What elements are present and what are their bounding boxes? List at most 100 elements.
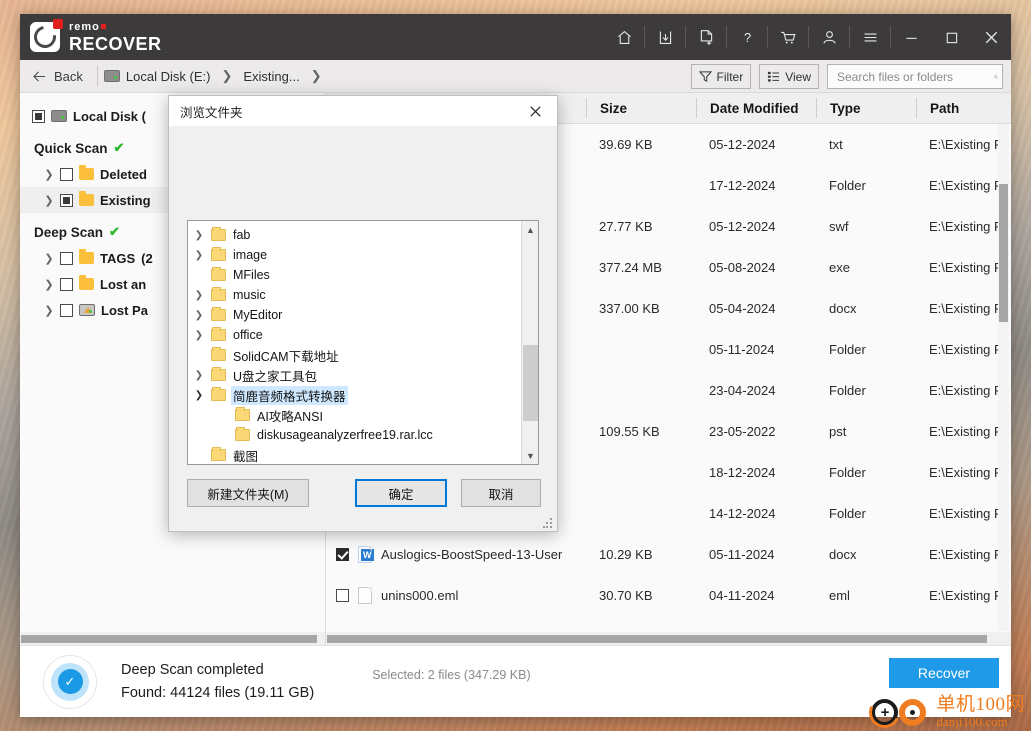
file-path: E:\Existing F: [929, 260, 1002, 275]
chevron-right-icon[interactable]: ❯: [192, 290, 206, 301]
chevron-right-icon[interactable]: ❯: [192, 250, 206, 261]
sidebar-item-label: Deleted: [100, 166, 147, 182]
tree-item[interactable]: ❯ office: [192, 325, 538, 345]
table-row[interactable]: unins000.eml 30.70 KB 04-11-2024 eml E:\…: [326, 575, 1011, 616]
chevron-right-icon[interactable]: ❯: [192, 330, 206, 341]
breadcrumb-item-disk[interactable]: Local Disk (E:): [126, 69, 211, 84]
chevron-right-icon[interactable]: ❯: [192, 310, 206, 321]
file-path: E:\Existing F: [929, 588, 1002, 603]
resize-grip-icon[interactable]: [543, 518, 554, 529]
close-icon[interactable]: [513, 96, 557, 126]
checkbox-root[interactable]: [32, 109, 45, 123]
row-checkbox[interactable]: [336, 548, 349, 561]
folder-icon: [79, 275, 94, 290]
checkbox-lost-and-found[interactable]: [60, 277, 73, 291]
scroll-down-arrow-icon[interactable]: ▼: [522, 447, 538, 464]
chevron-down-icon[interactable]: ❯︎: [192, 390, 206, 401]
search-icon: [994, 74, 998, 79]
home-icon[interactable]: [604, 14, 644, 60]
chevron-right-icon[interactable]: ❯: [44, 278, 54, 291]
tree-item-label: SolidCAM下载地址: [233, 349, 339, 364]
breadcrumb-item-existing[interactable]: Existing...: [243, 69, 299, 84]
logo-top-text: remo: [69, 20, 100, 33]
checkbox-lost-partition[interactable]: [60, 303, 73, 317]
menu-icon[interactable]: [850, 14, 890, 60]
folder-tree[interactable]: ❯ fab ❯ image MFiles ❯ music ❯ MyEditor ❯ off…: [187, 220, 539, 465]
new-file-icon[interactable]: [686, 14, 726, 60]
file-date: 23-04-2024: [709, 383, 776, 398]
column-header-path[interactable]: Path: [916, 98, 1011, 118]
chevron-right-icon[interactable]: ❯: [44, 304, 54, 317]
tree-item[interactable]: ❯ image: [192, 245, 538, 265]
folder-icon: [211, 247, 226, 261]
recover-button[interactable]: Recover: [889, 658, 999, 688]
maximize-icon[interactable]: [931, 14, 971, 60]
column-header-size[interactable]: Size: [586, 98, 696, 118]
view-label: View: [785, 69, 811, 84]
tree-item[interactable]: MFiles: [192, 265, 538, 285]
tree-item[interactable]: diskusageanalyzerfree19.rar.lcc: [192, 425, 538, 445]
file-date: 23-05-2022: [709, 424, 776, 439]
row-checkbox[interactable]: [336, 589, 349, 602]
ok-button[interactable]: 确定: [355, 479, 447, 507]
column-header-type[interactable]: Type: [816, 98, 916, 118]
tree-item[interactable]: ❯ music: [192, 285, 538, 305]
chevron-right-icon[interactable]: ❯: [192, 370, 206, 381]
tree-item[interactable]: SolidCAM下载地址: [192, 345, 538, 365]
file-name: Auslogics-BoostSpeed-13-User: [381, 547, 563, 562]
tree-item[interactable]: ❯ MyEditor: [192, 305, 538, 325]
tree-item-label: 截图: [233, 449, 259, 464]
table-row[interactable]: Auslogics-BoostSpeed-13-User 10.29 KB 05…: [326, 534, 1011, 575]
checkbox-tags[interactable]: [60, 251, 73, 265]
tree-vertical-scrollbar[interactable]: ▲ ▼: [521, 221, 538, 464]
sidebar-root-label: Local Disk (: [73, 108, 146, 124]
back-button[interactable]: Back: [28, 69, 91, 84]
tree-item-selected[interactable]: ❯︎ 简鹿音频格式转换器: [192, 385, 538, 405]
file-list-horizontal-scrollbar[interactable]: [326, 632, 1011, 645]
new-folder-button[interactable]: 新建文件夹(M): [187, 479, 309, 507]
titlebar-icon-group: ?: [604, 14, 1011, 60]
tree-item-label: office: [233, 328, 263, 342]
checkbox-existing[interactable]: [60, 193, 73, 207]
file-type: Folder: [829, 383, 866, 398]
column-header-date[interactable]: Date Modified: [696, 98, 816, 118]
chevron-right-icon[interactable]: ❯: [44, 194, 54, 207]
scrollbar-thumb[interactable]: [21, 635, 317, 643]
scrollbar-thumb[interactable]: [999, 184, 1008, 322]
check-mark-icon: ✓: [57, 669, 83, 694]
chevron-right-icon[interactable]: ❯: [44, 252, 54, 265]
tree-item[interactable]: ❯ U盘之家工具包: [192, 365, 538, 385]
tree-item[interactable]: 截图: [192, 445, 538, 464]
tree-item-label: image: [233, 248, 268, 262]
save-icon[interactable]: [645, 14, 685, 60]
search-box[interactable]: [827, 64, 1003, 89]
status-text-group: Deep Scan completed Found: 44124 files (…: [121, 659, 314, 704]
watermark-logo-icon: +: [865, 692, 931, 731]
file-list-vertical-scrollbar[interactable]: [998, 124, 1009, 631]
file-date: 18-12-2024: [709, 465, 776, 480]
scroll-up-arrow-icon[interactable]: ▲: [522, 221, 538, 238]
minimize-icon[interactable]: [891, 14, 931, 60]
svg-text:?: ?: [743, 29, 750, 44]
filter-button[interactable]: Filter: [690, 64, 752, 89]
scrollbar-thumb[interactable]: [523, 345, 538, 421]
chevron-right-icon[interactable]: ❯: [44, 168, 54, 181]
chevron-right-icon[interactable]: ❯: [192, 230, 206, 241]
tree-item[interactable]: ❯ fab: [192, 225, 538, 245]
help-icon[interactable]: ?: [727, 14, 767, 60]
view-button[interactable]: View: [759, 64, 819, 89]
scrollbar-thumb[interactable]: [327, 635, 987, 643]
breadcrumb-bar: Back Local Disk (E:) ❯ Existing... ❯ Fil…: [20, 60, 1011, 93]
tree-item[interactable]: AI攻略ANSI: [192, 405, 538, 425]
file-date: 05-08-2024: [709, 260, 776, 275]
search-input[interactable]: [835, 68, 994, 85]
account-icon[interactable]: [809, 14, 849, 60]
cart-icon[interactable]: [768, 14, 808, 60]
check-mark-icon: ✔: [113, 140, 125, 155]
close-icon[interactable]: [971, 14, 1011, 60]
checkbox-deleted[interactable]: [60, 167, 73, 181]
folder-icon: [211, 327, 226, 341]
folder-icon: [211, 287, 226, 301]
sidebar-horizontal-scrollbar[interactable]: [20, 632, 325, 645]
cancel-button[interactable]: 取消: [461, 479, 541, 507]
